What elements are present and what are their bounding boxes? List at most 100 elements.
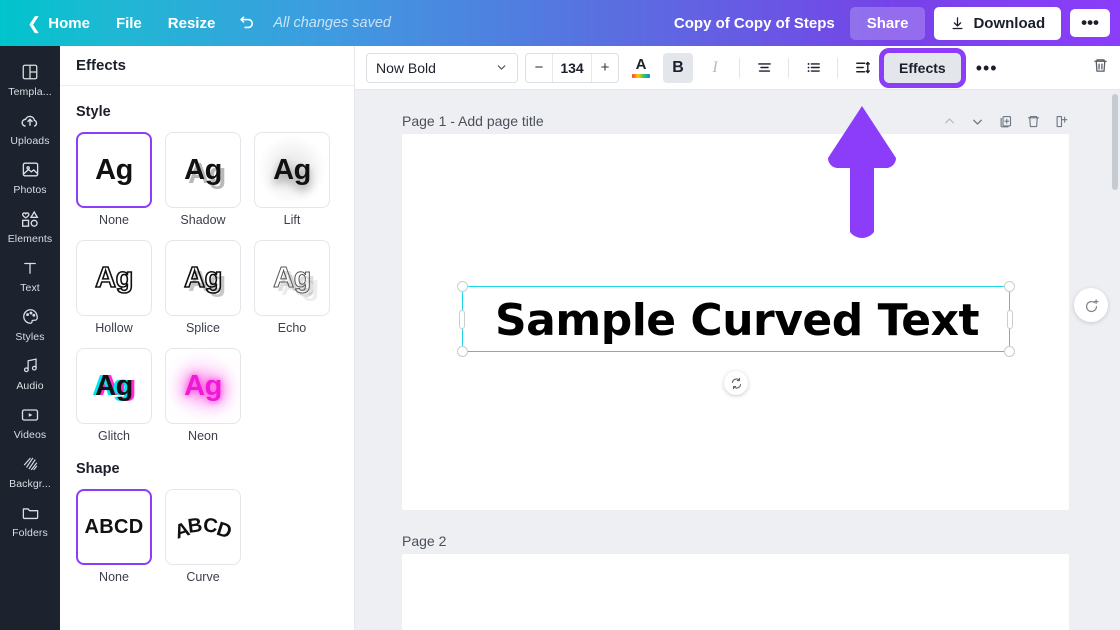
style-option-echo[interactable]: Ag Echo: [254, 240, 330, 335]
style-thumb-neon[interactable]: Ag: [165, 348, 241, 424]
photo-icon: [21, 159, 40, 180]
sidebar-item-photos[interactable]: Photos: [0, 152, 60, 201]
up-arrow-annotation: [827, 106, 897, 238]
rotate-handle[interactable]: [724, 371, 748, 395]
resize-handle-top-left[interactable]: [457, 281, 468, 292]
move-up-icon[interactable]: [942, 114, 957, 129]
canvas-scrollbar-thumb[interactable]: [1112, 94, 1118, 190]
trash-icon: [1094, 58, 1107, 72]
style-thumb-echo[interactable]: Ag: [254, 240, 330, 316]
effects-button[interactable]: Effects: [879, 47, 966, 88]
resize-handle-right[interactable]: [1007, 310, 1013, 329]
shape-option-curve[interactable]: ABCD Curve: [165, 489, 241, 584]
style-label-splice: Splice: [185, 321, 221, 335]
italic-label: I: [712, 58, 718, 76]
resize-handle-bottom-left[interactable]: [457, 346, 468, 357]
shape-option-none[interactable]: ABCD None: [76, 489, 152, 584]
top-more-button[interactable]: •••: [1070, 9, 1110, 37]
page-2-title[interactable]: Page 2: [402, 533, 446, 549]
delete-icon[interactable]: [1026, 114, 1041, 129]
sidebar-item-folders[interactable]: Folders: [0, 495, 60, 544]
font-size-decrease[interactable]: −: [526, 59, 552, 76]
text-color-button[interactable]: A: [626, 53, 656, 83]
bold-button[interactable]: B: [663, 52, 693, 83]
canva-editor: ❮ Home File Resize All changes saved Cop…: [0, 0, 1120, 630]
chevron-left-icon: ❮: [27, 13, 42, 33]
style-option-splice[interactable]: Ag Splice: [165, 240, 241, 335]
page-2-wrapper: Page 2: [402, 528, 1069, 630]
sidebar-item-text[interactable]: Text: [0, 250, 60, 299]
sidebar-item-templates[interactable]: Templa...: [0, 54, 60, 103]
sidebar-label-folders: Folders: [12, 527, 48, 539]
home-button[interactable]: ❮ Home: [14, 9, 103, 38]
canvas-scrollbar[interactable]: [1112, 94, 1118, 624]
resize-handle-left[interactable]: [459, 310, 465, 329]
move-down-icon[interactable]: [970, 114, 985, 129]
style-thumb-splice[interactable]: Ag: [165, 240, 241, 316]
shape-thumb-none[interactable]: ABCD: [76, 489, 152, 565]
left-rail: Templa... Uploads Photos Elements Text S…: [0, 46, 60, 630]
canvas-scroll-area[interactable]: Page 1 - Add page title Page 2: [355, 90, 1120, 630]
sidebar-label-text: Text: [20, 282, 40, 294]
style-thumb-lift[interactable]: Ag: [254, 132, 330, 208]
text-color-letter: A: [635, 56, 647, 73]
sidebar-item-audio[interactable]: Audio: [0, 348, 60, 397]
duplicate-icon[interactable]: [998, 114, 1013, 129]
spacing-button[interactable]: [847, 53, 877, 83]
download-button[interactable]: Download: [934, 6, 1062, 40]
style-label-lift: Lift: [283, 213, 301, 227]
page-1-title[interactable]: Page 1 - Add page title: [402, 113, 544, 129]
font-family-select[interactable]: Now Bold: [366, 52, 518, 83]
style-option-neon[interactable]: Ag Neon: [165, 348, 241, 443]
selected-text-content[interactable]: Sample Curved Text: [463, 287, 1011, 353]
resize-button[interactable]: Resize: [155, 9, 229, 38]
font-size-input[interactable]: 134: [552, 53, 592, 82]
style-thumb-none[interactable]: Ag: [76, 132, 152, 208]
background-hatch-icon: [21, 453, 40, 474]
toolbar-more-button[interactable]: •••: [968, 59, 1006, 77]
shape-thumb-curve[interactable]: ABCD: [165, 489, 241, 565]
home-label: Home: [48, 14, 90, 32]
align-button[interactable]: [749, 53, 779, 83]
resize-handle-top-right[interactable]: [1004, 281, 1015, 292]
bold-label: B: [672, 58, 684, 76]
page-2-sheet[interactable]: [402, 554, 1069, 630]
list-button[interactable]: [798, 53, 828, 83]
style-label-hollow: Hollow: [95, 321, 133, 335]
effects-panel: Effects Style Ag None Ag Shadow Ag Lift …: [60, 46, 355, 630]
sidebar-item-styles[interactable]: Styles: [0, 299, 60, 348]
undo-button[interactable]: [228, 8, 267, 39]
share-button[interactable]: Share: [849, 6, 926, 40]
style-option-hollow[interactable]: Ag Hollow: [76, 240, 152, 335]
file-menu-button[interactable]: File: [103, 9, 155, 38]
font-size-increase[interactable]: +: [592, 59, 618, 76]
sidebar-item-uploads[interactable]: Uploads: [0, 103, 60, 152]
style-option-lift[interactable]: Ag Lift: [254, 132, 330, 227]
style-option-shadow[interactable]: Ag Shadow: [165, 132, 241, 227]
lock-icon[interactable]: [1054, 114, 1069, 129]
italic-button[interactable]: I: [700, 53, 730, 83]
style-thumb-hollow[interactable]: Ag: [76, 240, 152, 316]
style-sample-splice: Ag: [183, 261, 223, 295]
video-icon: [20, 404, 40, 425]
sidebar-item-elements[interactable]: Elements: [0, 201, 60, 250]
style-option-glitch[interactable]: Ag Glitch: [76, 348, 152, 443]
align-center-icon: [757, 63, 771, 72]
sidebar-item-videos[interactable]: Videos: [0, 397, 60, 446]
style-label-shadow: Shadow: [180, 213, 226, 227]
shape-section-heading: Shape: [76, 461, 120, 477]
add-comment-icon: [1085, 298, 1098, 312]
style-label-glitch: Glitch: [98, 429, 130, 443]
style-thumb-glitch[interactable]: Ag: [76, 348, 152, 424]
resize-handle-bottom-right[interactable]: [1004, 346, 1015, 357]
document-title[interactable]: Copy of Copy of Steps: [674, 15, 835, 32]
sidebar-item-background[interactable]: Backgr...: [0, 446, 60, 495]
style-thumb-shadow[interactable]: Ag: [165, 132, 241, 208]
toolbar-divider-3: [837, 57, 838, 78]
add-comment-button[interactable]: [1074, 288, 1108, 322]
style-label-none: None: [99, 213, 129, 227]
selected-text-element[interactable]: Sample Curved Text: [457, 281, 1015, 357]
delete-element-button[interactable]: [1092, 57, 1109, 79]
style-label-neon: Neon: [188, 429, 218, 443]
style-option-none[interactable]: Ag None: [76, 132, 152, 227]
